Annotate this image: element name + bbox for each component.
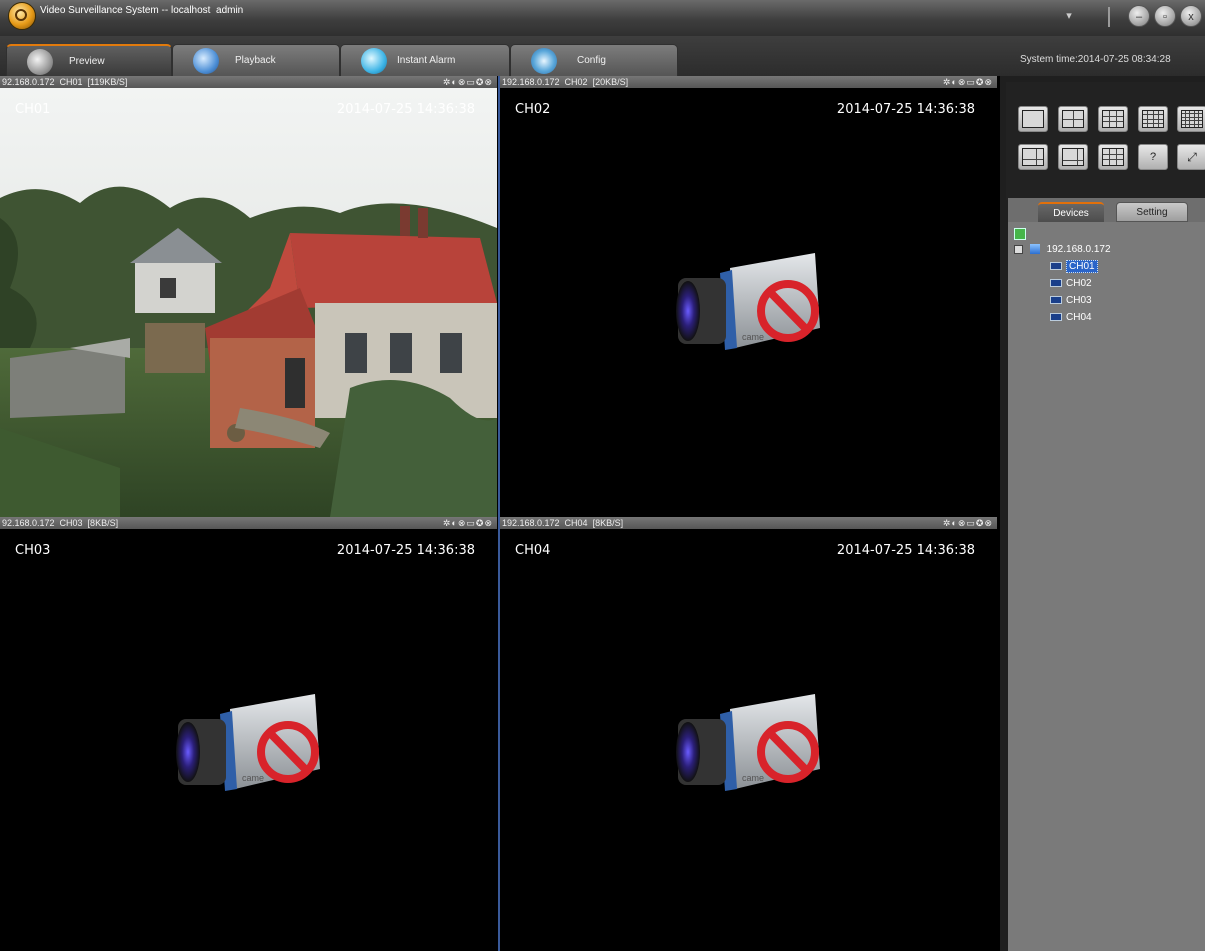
channel-label: CH03 (1066, 295, 1092, 306)
channel-label: CH03 (15, 543, 51, 558)
timestamp-overlay: 2014-07-25 14:36:38 (836, 543, 975, 558)
tree-channel-ch01[interactable]: CH01 (1050, 260, 1098, 273)
dvr-device-icon (1029, 244, 1040, 255)
timestamp-overlay: 2014-07-25 14:36:38 (836, 102, 975, 117)
pane-control-icons[interactable]: ✲◐⊗▭✪⊗ (943, 76, 993, 88)
device-ip-label: 192.168.0.172 (1046, 244, 1111, 255)
layout-custom-button[interactable] (1098, 144, 1128, 170)
pane-control-icons[interactable]: ✲◐⊗▭✪⊗ (443, 517, 493, 529)
layout-5x5-button[interactable] (1177, 106, 1205, 132)
video-grid: 92.168.0.172 CH01 [119KB/S] ✲◐⊗▭✪⊗ CH01 … (0, 76, 1000, 951)
layout-1plus5-button[interactable] (1018, 144, 1048, 170)
title-bar: Video Surveillance System -- localhost a… (0, 0, 1205, 36)
tree-channel-ch03[interactable]: CH03 (1050, 294, 1092, 307)
minimize-button[interactable]: – (1128, 5, 1150, 27)
tab-playback-label: Playback (235, 55, 276, 66)
tab-playback[interactable]: Playback (172, 44, 340, 76)
layout-button-panel: ? ⤢ (1006, 82, 1205, 200)
tab-config[interactable]: Config (510, 44, 678, 76)
tab-instant-alarm[interactable]: Instant Alarm (340, 44, 510, 76)
device-panel: Devices Setting 192.168.0.172 CH01 CH02 … (1008, 198, 1205, 951)
check-icon[interactable] (1014, 228, 1026, 240)
surveillance-camera-icon (27, 49, 53, 75)
camera-logo-text: came (742, 773, 764, 783)
camera-icon (1050, 296, 1062, 305)
video-feed[interactable]: CH02 2014-07-25 14:36:38 came (500, 88, 997, 517)
camera-offline-icon: came (176, 694, 320, 791)
tab-preview-label: Preview (69, 56, 105, 67)
pane-header: 192.168.0.172 CH04 [8KB/S] ✲◐⊗▭✪⊗ (500, 517, 997, 529)
channel-label: CH01 (15, 102, 51, 117)
main-tab-bar: Preview Playback Instant Alarm Config Sy… (0, 36, 1205, 76)
layout-3x3-button[interactable] (1098, 106, 1128, 132)
video-feed[interactable]: CH03 2014-07-25 14:36:38 came (0, 529, 497, 951)
pane-header: 192.168.0.172 CH02 [20KB/S] ✲◐⊗▭✪⊗ (500, 76, 997, 88)
video-pane-ch02[interactable]: 192.168.0.172 CH02 [20KB/S] ✲◐⊗▭✪⊗ CH02 … (500, 76, 997, 517)
device-tree: 192.168.0.172 CH01 CH02 CH03 CH04 (1008, 222, 1205, 951)
tab-config-label: Config (577, 55, 606, 66)
channel-label: CH02 (515, 102, 551, 117)
fullscreen-button[interactable]: ⤢ (1177, 144, 1205, 170)
pane-stream-info: 92.168.0.172 CH01 [119KB/S] (2, 77, 128, 87)
channel-label-selected: CH01 (1066, 260, 1098, 273)
camera-offline-icon: came (676, 694, 820, 791)
alarm-icon (361, 48, 387, 74)
pane-header: 92.168.0.172 CH03 [8KB/S] ✲◐⊗▭✪⊗ (0, 517, 497, 529)
tab-devices[interactable]: Devices (1038, 202, 1104, 222)
tree-channel-ch04[interactable]: CH04 (1050, 311, 1092, 324)
pane-stream-info: 192.168.0.172 CH04 [8KB/S] (502, 518, 624, 528)
live-video-image (0, 88, 497, 517)
camera-logo-text: came (242, 773, 264, 783)
help-button[interactable]: ? (1138, 144, 1168, 170)
window-title: Video Surveillance System -- localhost a… (40, 5, 244, 16)
tree-device-node[interactable]: 192.168.0.172 (1014, 243, 1111, 256)
pane-control-icons[interactable]: ✲◐⊗▭✪⊗ (443, 76, 493, 88)
video-pane-ch03[interactable]: 92.168.0.172 CH03 [8KB/S] ✲◐⊗▭✪⊗ CH03 20… (0, 517, 497, 951)
camera-logo-text: came (742, 332, 764, 342)
video-pane-ch01[interactable]: 92.168.0.172 CH01 [119KB/S] ✲◐⊗▭✪⊗ CH01 … (0, 76, 497, 517)
layout-1plus7-button[interactable] (1058, 144, 1088, 170)
pane-header: 92.168.0.172 CH01 [119KB/S] ✲◐⊗▭✪⊗ (0, 76, 497, 88)
channel-label: CH04 (1066, 312, 1092, 323)
video-feed[interactable]: CH04 2014-07-25 14:36:38 came (500, 529, 997, 951)
pane-stream-info: 92.168.0.172 CH03 [8KB/S] (2, 518, 119, 528)
layout-2x2-button[interactable] (1058, 106, 1088, 132)
gear-icon (531, 48, 557, 74)
pane-control-icons[interactable]: ✲◐⊗▭✪⊗ (943, 517, 993, 529)
system-time: System time:2014-07-25 08:34:28 (1020, 54, 1171, 65)
timestamp-overlay: 2014-07-25 14:36:38 (336, 543, 475, 558)
tab-setting[interactable]: Setting (1116, 202, 1188, 222)
tab-preview[interactable]: Preview (6, 44, 172, 76)
pane-divider (498, 76, 500, 951)
camera-icon (1050, 262, 1062, 271)
camera-icon (1050, 313, 1062, 322)
timestamp-overlay: 2014-07-25 14:36:38 (336, 102, 475, 117)
app-logo-icon (8, 2, 36, 30)
restore-button[interactable]: ▫ (1154, 5, 1176, 27)
layout-4x4-button[interactable] (1138, 106, 1168, 132)
film-reel-icon (193, 48, 219, 74)
close-button[interactable]: x (1180, 5, 1202, 27)
collapse-icon[interactable] (1014, 244, 1023, 254)
camera-icon (1050, 279, 1062, 288)
tree-channel-ch02[interactable]: CH02 (1050, 277, 1092, 290)
layout-1x1-button[interactable] (1018, 106, 1048, 132)
dropdown-icon[interactable]: ▾ (1058, 5, 1080, 27)
channel-label: CH02 (1066, 278, 1092, 289)
pane-stream-info: 192.168.0.172 CH02 [20KB/S] (502, 77, 629, 87)
channel-label: CH04 (515, 543, 551, 558)
right-sidebar: ? ⤢ Devices Setting 192.168.0.172 CH01 C… (1000, 76, 1205, 951)
video-feed[interactable]: CH01 2014-07-25 14:36:38 (0, 88, 497, 517)
tab-instant-alarm-label: Instant Alarm (397, 55, 456, 66)
video-pane-ch04[interactable]: 192.168.0.172 CH04 [8KB/S] ✲◐⊗▭✪⊗ CH04 2… (500, 517, 997, 951)
camera-offline-icon: came (676, 253, 820, 350)
title-separator (1108, 7, 1110, 27)
